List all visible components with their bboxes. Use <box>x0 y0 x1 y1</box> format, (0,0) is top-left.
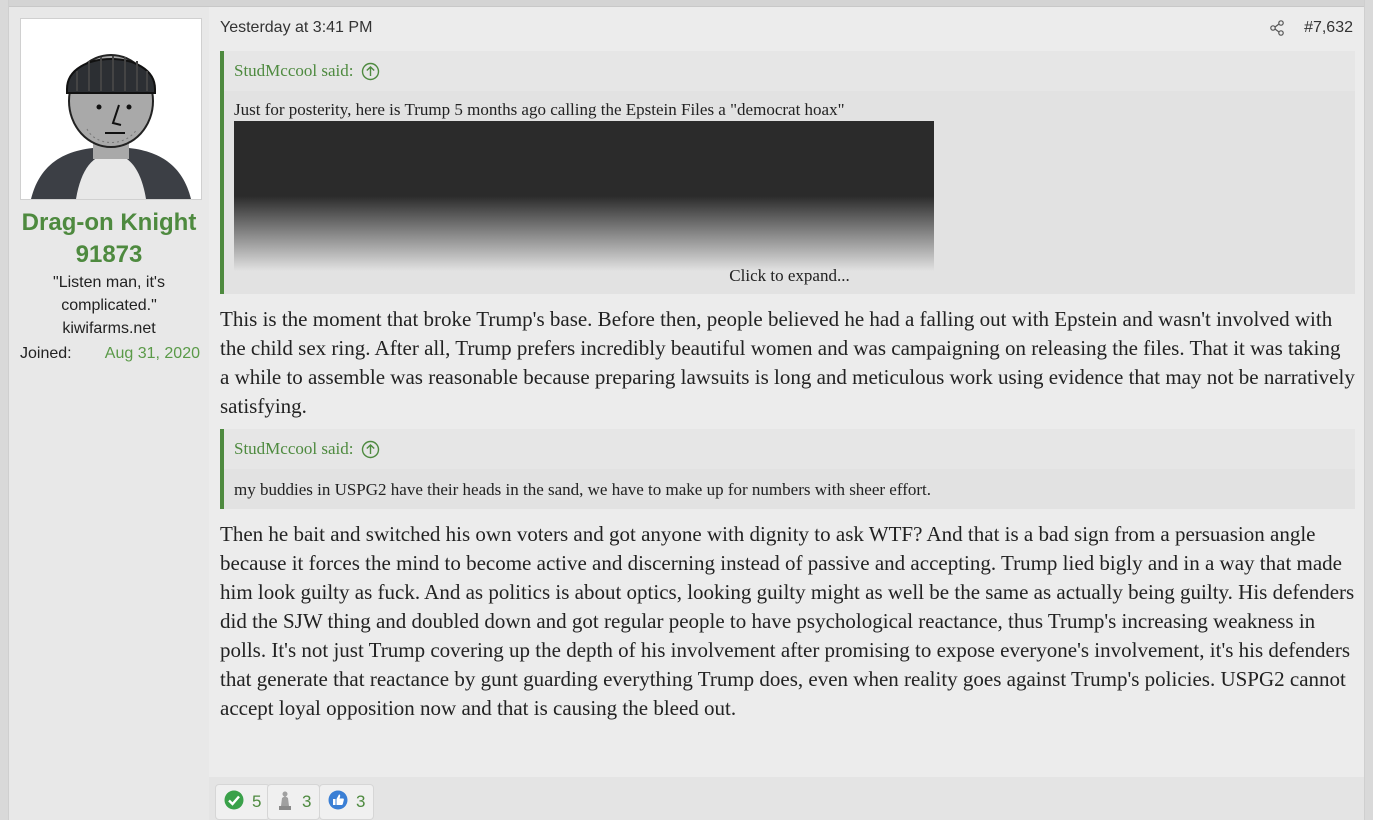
reaction-count: 3 <box>356 792 366 811</box>
user-title-line3: kiwifarms.net <box>62 320 156 337</box>
reaction-count: 3 <box>302 792 312 811</box>
quote-block-1: StudMccool said: Just for posterity, her… <box>220 51 1355 294</box>
avatar-npc-image <box>21 19 201 199</box>
quote-text-1: Just for posterity, here is Trump 5 mont… <box>234 100 845 119</box>
joined-row: Joined: Aug 31, 2020 <box>20 345 200 363</box>
reaction-like[interactable]: 3 <box>319 784 375 820</box>
reaction-agree[interactable]: 5 <box>215 784 271 820</box>
post-paragraph-1: This is the moment that broke Trump's ba… <box>220 307 1355 418</box>
thumbs-up-icon <box>328 790 348 815</box>
post-header: Yesterday at 3:41 PM #7,632 <box>220 19 1353 41</box>
post-main: Yesterday at 3:41 PM #7,632 StudMccool s… <box>209 7 1364 820</box>
reaction-statue[interactable]: 3 <box>267 784 321 820</box>
quote-block-2: StudMccool said: my buddies in USPG2 hav… <box>220 429 1355 509</box>
reaction-count: 5 <box>252 792 262 811</box>
click-to-expand[interactable]: Click to expand... <box>224 266 1355 286</box>
quote-header-1[interactable]: StudMccool said: <box>224 51 1355 91</box>
quote-body-1: Just for posterity, here is Trump 5 mont… <box>224 91 1355 271</box>
user-title-line1: "Listen man, it's <box>53 274 165 291</box>
joined-date[interactable]: Aug 31, 2020 <box>105 345 200 363</box>
arrow-up-circle-icon[interactable] <box>361 62 380 81</box>
quote-author-2[interactable]: StudMccool said: <box>234 429 353 469</box>
reactions-bar: 5 3 3 <box>209 777 1364 820</box>
quote-header-2[interactable]: StudMccool said: <box>224 429 1355 469</box>
post-timestamp[interactable]: Yesterday at 3:41 PM <box>220 19 372 37</box>
arrow-up-circle-icon[interactable] <box>361 440 380 459</box>
checkmark-icon <box>224 790 244 815</box>
quote-author-1[interactable]: StudMccool said: <box>234 51 353 91</box>
user-title: "Listen man, it's complicated." kiwifarm… <box>9 271 209 340</box>
joined-label: Joined: <box>20 345 72 362</box>
username[interactable]: Drag-on Knight 91873 <box>9 207 209 271</box>
quote-body-2: my buddies in USPG2 have their heads in … <box>224 469 1355 501</box>
share-icon[interactable] <box>1269 20 1285 41</box>
post-paragraph-2: Then he bait and switched his own voters… <box>220 522 1355 720</box>
quote-text-2: my buddies in USPG2 have their heads in … <box>234 480 931 499</box>
top-divider <box>9 0 1364 7</box>
embedded-video[interactable] <box>234 121 934 271</box>
post-frame: Drag-on Knight 91873 "Listen man, it's c… <box>8 0 1365 820</box>
user-sidebar: Drag-on Knight 91873 "Listen man, it's c… <box>9 7 209 820</box>
statue-icon <box>276 790 294 815</box>
post-number[interactable]: #7,632 <box>1304 19 1353 37</box>
user-title-line2: complicated." <box>61 297 157 314</box>
avatar[interactable] <box>20 18 202 200</box>
